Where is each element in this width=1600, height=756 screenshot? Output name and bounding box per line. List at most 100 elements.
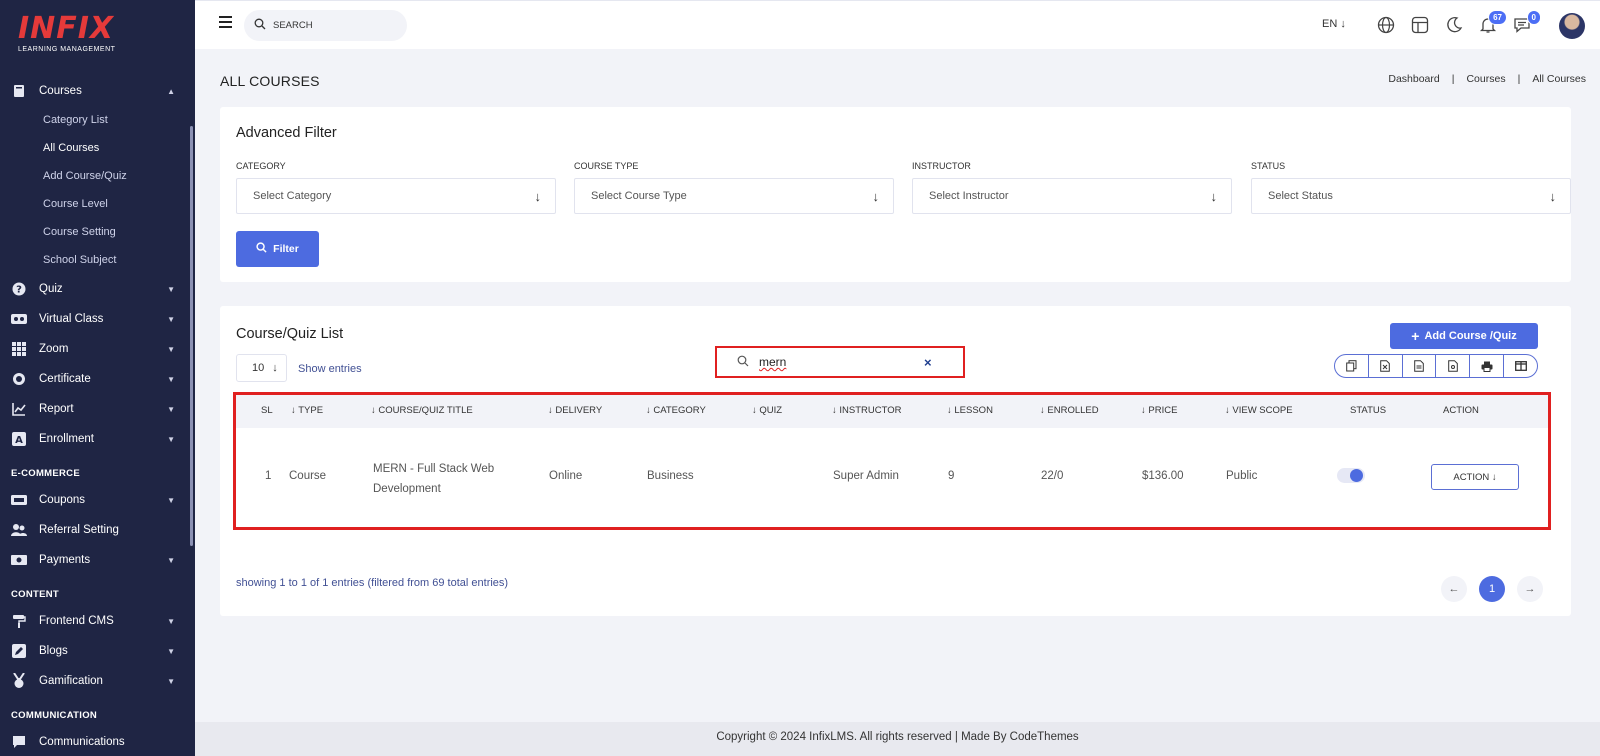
- sidebar-item-referral-setting[interactable]: Referral Setting: [0, 515, 195, 545]
- sidebar-item-quiz[interactable]: ? Quiz ▼: [0, 274, 195, 304]
- globe-icon[interactable]: [1377, 16, 1397, 36]
- next-page-icon[interactable]: →: [1517, 576, 1543, 602]
- chevron-down-icon: ▼: [167, 646, 175, 656]
- clear-search-icon[interactable]: ×: [924, 355, 932, 370]
- table-search-input[interactable]: mern ×: [715, 346, 965, 378]
- sidebar-subitem-school-subject[interactable]: School Subject: [0, 246, 195, 274]
- copy-icon[interactable]: [1335, 355, 1369, 377]
- print-icon[interactable]: [1470, 355, 1505, 377]
- sidebar-item-payments[interactable]: Payments ▼: [0, 545, 195, 575]
- col-sl[interactable]: SL: [261, 405, 273, 416]
- sidebar-subitem-all-courses[interactable]: All Courses: [0, 134, 195, 162]
- global-search-input[interactable]: SEARCH: [244, 10, 407, 41]
- enroll-icon: A: [11, 431, 27, 447]
- col-view-scope[interactable]: ↓ VIEW SCOPE: [1225, 405, 1293, 416]
- course-type-label: COURSE TYPE: [574, 161, 639, 171]
- col-instructor[interactable]: ↓ INSTRUCTOR: [832, 405, 902, 416]
- col-type-label: TYPE: [298, 405, 324, 416]
- col-title[interactable]: ↓ COURSE/QUIZ TITLE: [371, 405, 473, 416]
- sidebar-subitem-category-list[interactable]: Category List: [0, 106, 195, 134]
- sidebar-item-frontend-cms[interactable]: Frontend CMS ▼: [0, 606, 195, 636]
- excel-icon[interactable]: [1369, 355, 1403, 377]
- filter-button[interactable]: Filter: [236, 231, 319, 267]
- row-action-button[interactable]: ACTION ↓: [1431, 464, 1519, 490]
- sidebar-item-label: Virtual Class: [39, 313, 104, 325]
- col-delivery[interactable]: ↓ DELIVERY: [548, 405, 602, 416]
- col-lesson-label: LESSON: [954, 405, 993, 416]
- messages-icon[interactable]: 0: [1513, 10, 1541, 36]
- chevron-down-icon: ▼: [167, 495, 175, 505]
- sidebar-item-label: Zoom: [39, 343, 69, 355]
- search-icon: [254, 18, 268, 33]
- col-enrolled[interactable]: ↓ ENROLLED: [1040, 405, 1099, 416]
- category-select[interactable]: Select Category ↓: [236, 178, 556, 214]
- course-type-select[interactable]: Select Course Type ↓: [574, 178, 894, 214]
- cell-view-scope: Public: [1226, 470, 1258, 482]
- col-quiz[interactable]: ↓ QUIZ: [752, 405, 782, 416]
- logo[interactable]: INFIX LEARNING MANAGEMENT: [0, 0, 195, 68]
- col-price[interactable]: ↓ PRICE: [1141, 405, 1177, 416]
- sidebar-subitem-course-setting[interactable]: Course Setting: [0, 218, 195, 246]
- col-category[interactable]: ↓ CATEGORY: [646, 405, 706, 416]
- arrow-down-icon: ↓: [1489, 471, 1497, 483]
- arrow-down-icon: ↓: [1210, 189, 1218, 204]
- sidebar-item-label: Gamification: [39, 675, 103, 687]
- sidebar-scrollbar[interactable]: [190, 126, 193, 546]
- advanced-filter-card: Advanced Filter CATEGORY Select Category…: [220, 107, 1571, 282]
- page-length-select[interactable]: 10 ↓: [236, 354, 287, 382]
- sidebar-item-enrollment[interactable]: A Enrollment ▼: [0, 424, 195, 454]
- sidebar-item-certificate[interactable]: Certificate ▼: [0, 364, 195, 394]
- layout-icon[interactable]: [1411, 16, 1431, 36]
- search-icon: [256, 242, 267, 256]
- csv-icon[interactable]: [1403, 355, 1437, 377]
- sidebar-item-zoom[interactable]: Zoom ▼: [0, 334, 195, 364]
- sidebar-subitem-add-course-quiz[interactable]: Add Course/Quiz: [0, 162, 195, 190]
- add-course-quiz-button[interactable]: + Add Course /Quiz: [1390, 323, 1538, 349]
- avatar[interactable]: [1559, 13, 1585, 39]
- plus-icon: +: [1411, 328, 1420, 344]
- edit-icon: [11, 643, 27, 659]
- search-icon: [737, 355, 751, 370]
- svg-text:A: A: [15, 435, 23, 446]
- table-row: 1 Course MERN - Full Stack Web Developme…: [236, 428, 1548, 527]
- notification-bell-icon[interactable]: 67: [1479, 10, 1507, 36]
- pdf-icon[interactable]: [1436, 355, 1471, 377]
- sidebar-item-blogs[interactable]: Blogs ▼: [0, 636, 195, 666]
- col-lesson[interactable]: ↓ LESSON: [947, 405, 993, 416]
- sidebar-item-courses[interactable]: Courses ▲: [0, 76, 195, 106]
- breadcrumb-separator: |: [1517, 73, 1521, 85]
- col-instructor-label: INSTRUCTOR: [839, 405, 902, 416]
- col-action[interactable]: ACTION: [1443, 405, 1479, 416]
- prev-page-icon[interactable]: ←: [1441, 576, 1467, 602]
- filter-title: Advanced Filter: [236, 125, 337, 141]
- sidebar-item-label: Frontend CMS: [39, 615, 114, 627]
- add-button-label: Add Course /Quiz: [1424, 330, 1517, 342]
- hamburger-menu-icon[interactable]: [219, 16, 232, 28]
- cell-title[interactable]: MERN - Full Stack Web Development: [373, 459, 494, 499]
- sidebar-item-label: Courses: [39, 85, 82, 97]
- sidebar-item-label: Communications: [39, 736, 125, 748]
- arrow-down-icon: ↓: [872, 189, 880, 204]
- breadcrumb-dashboard[interactable]: Dashboard: [1388, 73, 1439, 85]
- col-status[interactable]: STATUS: [1350, 405, 1386, 416]
- sidebar-subitem-course-level[interactable]: Course Level: [0, 190, 195, 218]
- page-button-current[interactable]: 1: [1479, 576, 1505, 602]
- sidebar-item-coupons[interactable]: Coupons ▼: [0, 485, 195, 515]
- breadcrumb-all-courses[interactable]: All Courses: [1532, 73, 1586, 85]
- status-toggle[interactable]: [1337, 468, 1365, 483]
- sidebar-menu: Courses ▲ Category List All Courses Add …: [0, 76, 195, 756]
- cell-instructor: Super Admin: [833, 470, 899, 482]
- status-select[interactable]: Select Status ↓: [1251, 178, 1571, 214]
- breadcrumb-courses[interactable]: Courses: [1466, 73, 1505, 85]
- columns-icon[interactable]: [1504, 355, 1537, 377]
- moon-icon[interactable]: [1445, 16, 1465, 36]
- sidebar-item-communications[interactable]: Communications: [0, 727, 195, 756]
- sidebar-item-report[interactable]: Report ▼: [0, 394, 195, 424]
- chevron-down-icon: ▼: [167, 404, 175, 414]
- grid-icon: [11, 341, 27, 357]
- col-type[interactable]: ↓ TYPE: [291, 405, 323, 416]
- sidebar-item-virtual-class[interactable]: Virtual Class ▼: [0, 304, 195, 334]
- sidebar-item-gamification[interactable]: Gamification ▼: [0, 666, 195, 696]
- language-selector[interactable]: EN ↓: [1322, 18, 1346, 30]
- instructor-select[interactable]: Select Instructor ↓: [912, 178, 1232, 214]
